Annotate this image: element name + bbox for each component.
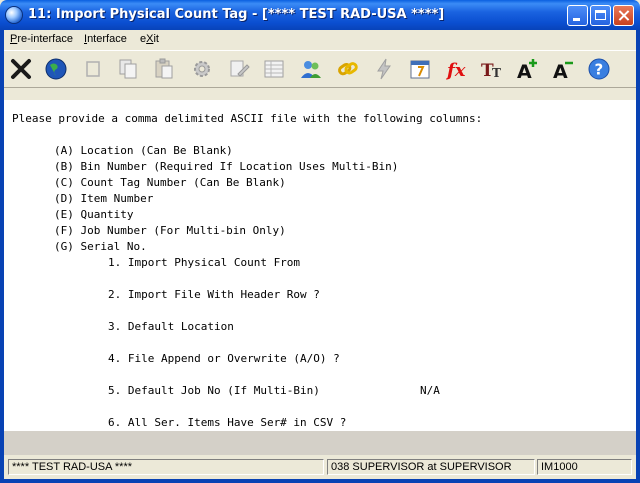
column-item: (B) Bin Number (Required If Location Use…	[54, 160, 399, 173]
svg-text:T: T	[492, 66, 501, 80]
window-frame-right	[636, 30, 640, 483]
status-user: 038 SUPERVISOR at SUPERVISOR	[327, 459, 535, 475]
help-icon[interactable]: ?	[585, 55, 613, 83]
status-bar: **** TEST RAD-USA **** 038 SUPERVISOR at…	[4, 455, 636, 479]
decrease-font-icon[interactable]: A	[550, 55, 578, 83]
menu-interface[interactable]: Interface	[84, 33, 127, 45]
column-item: (F) Job Number (For Multi-bin Only)	[54, 224, 286, 237]
column-item: (G) Serial No.	[54, 240, 147, 253]
content-panel: Please provide a comma delimited ASCII f…	[4, 100, 636, 431]
font-size-icon[interactable]: TT	[478, 55, 506, 83]
increase-font-icon[interactable]: A	[514, 55, 542, 83]
maximize-button[interactable]	[590, 5, 611, 26]
lightning-icon[interactable]	[370, 55, 398, 83]
minimize-button[interactable]	[567, 5, 588, 26]
option-default-location[interactable]: 3. Default Location	[108, 320, 234, 333]
calendar-icon[interactable]	[406, 55, 434, 83]
chain-link-icon[interactable]	[334, 55, 362, 83]
menu-exit[interactable]: eXit	[140, 33, 159, 45]
column-item: (A) Location (Can Be Blank)	[54, 144, 233, 157]
column-item: (E) Quantity	[54, 208, 134, 221]
status-company: **** TEST RAD-USA ****	[8, 459, 324, 475]
option-append-overwrite[interactable]: 4. File Append or Overwrite (A/O) ?	[108, 352, 340, 365]
blank-page-icon[interactable]	[79, 55, 107, 83]
app-window: 11: Import Physical Count Tag - [**** TE…	[0, 0, 640, 483]
intro-text: Please provide a comma delimited ASCII f…	[12, 112, 483, 125]
menu-label-post: re-interface	[17, 33, 73, 45]
users-icon[interactable]	[297, 55, 325, 83]
toolbar: fx TT A A ?	[4, 50, 636, 88]
svg-text:?: ?	[595, 61, 604, 79]
paste-icon[interactable]	[150, 55, 178, 83]
svg-text:fx: fx	[445, 60, 466, 81]
option-default-job-value: N/A	[420, 384, 440, 397]
app-globe-icon	[6, 7, 22, 23]
option-serial-items[interactable]: 6. All Ser. Items Have Ser# in CSV ?	[108, 416, 346, 429]
close-button[interactable]	[613, 5, 634, 26]
menu-label-post: it	[153, 33, 159, 45]
menu-pre-interface[interactable]: Pre-interface	[10, 33, 73, 45]
window-title: 11: Import Physical Count Tag - [**** TE…	[28, 7, 445, 22]
globe-icon[interactable]	[42, 55, 70, 83]
status-program: IM1000	[537, 459, 632, 475]
option-header-row[interactable]: 2. Import File With Header Row ?	[108, 288, 320, 301]
option-import-from[interactable]: 1. Import Physical Count From	[108, 256, 300, 269]
title-bar[interactable]: 11: Import Physical Count Tag - [**** TE…	[0, 0, 640, 30]
menu-bar: Pre-interface Interface eXit	[4, 30, 636, 50]
copy-icon[interactable]	[114, 55, 142, 83]
settings-gear-icon[interactable]	[188, 55, 216, 83]
close-tool-icon[interactable]	[7, 55, 35, 83]
option-default-job[interactable]: 5. Default Job No (If Multi-Bin)	[108, 384, 320, 397]
edit-document-icon[interactable]	[225, 55, 253, 83]
menu-label-post: nterface	[87, 33, 127, 45]
input-area-band	[4, 431, 636, 455]
spreadsheet-icon[interactable]	[260, 55, 288, 83]
column-item: (C) Count Tag Number (Can Be Blank)	[54, 176, 286, 189]
column-item: (D) Item Number	[54, 192, 154, 205]
function-fx-icon[interactable]: fx	[443, 55, 471, 83]
window-frame-bottom	[0, 479, 640, 483]
